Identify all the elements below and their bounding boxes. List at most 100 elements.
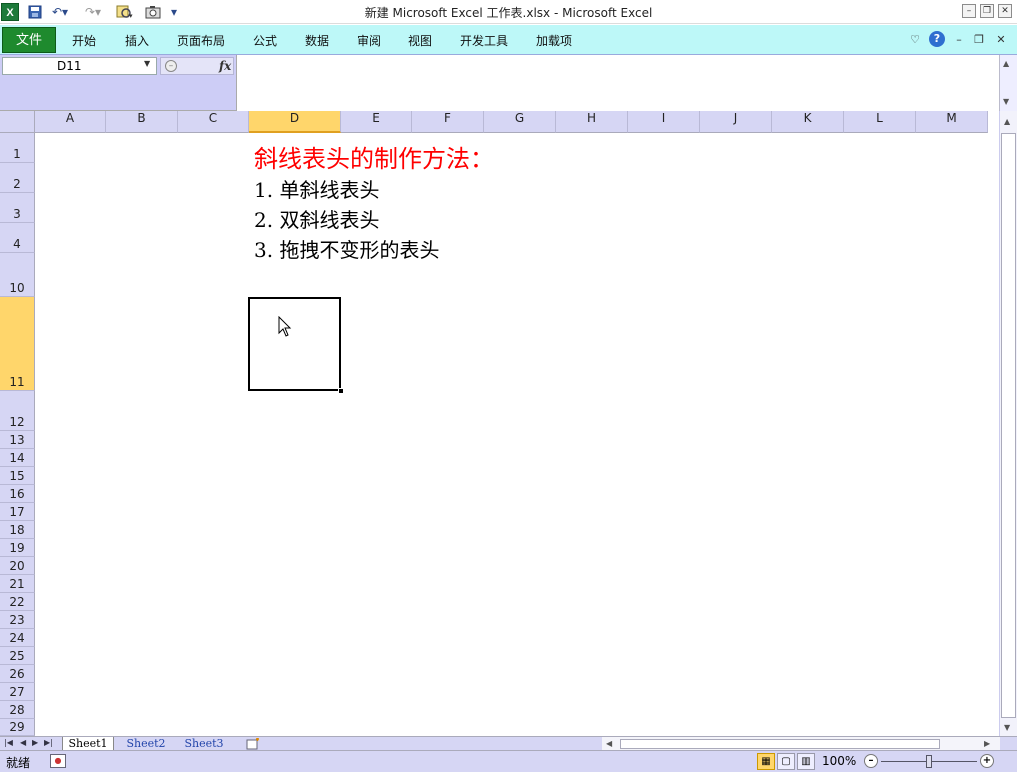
horizontal-scroll-thumb[interactable]	[620, 739, 940, 749]
tab-review[interactable]: 审阅	[357, 32, 381, 49]
insert-sheet-icon[interactable]	[245, 738, 261, 750]
column-header[interactable]: H	[556, 111, 628, 133]
vertical-scrollbar[interactable]: ▲ ▼	[999, 111, 1017, 736]
cell-d3[interactable]: 2. 双斜线表头	[254, 204, 379, 233]
tab-add-ins[interactable]: 加载项	[536, 32, 572, 49]
formula-bar: D11 ▼ – fx ▲ ▼	[0, 55, 1017, 111]
scroll-left-icon[interactable]: ◀	[606, 739, 612, 748]
sheet-tab-1[interactable]: Sheet1	[62, 737, 114, 751]
expand-circle-icon[interactable]: –	[165, 60, 177, 72]
cell-area[interactable]: 斜线表头的制作方法： 1. 单斜线表头 2. 双斜线表头 3. 拖拽不变形的表头	[35, 133, 999, 736]
page-layout-view-icon[interactable]: ▢	[777, 753, 795, 770]
column-header[interactable]: G	[484, 111, 556, 133]
row-header[interactable]: 20	[0, 557, 35, 575]
minimize-icon[interactable]: –	[962, 4, 976, 18]
row-header[interactable]: 15	[0, 467, 35, 485]
insert-function-icon[interactable]: fx	[219, 59, 231, 73]
column-header[interactable]: C	[178, 111, 249, 133]
tab-developer[interactable]: 开发工具	[460, 32, 508, 49]
workbook-restore-icon[interactable]: ❐	[972, 32, 986, 48]
row-header[interactable]: 28	[0, 701, 35, 719]
column-header[interactable]: M	[916, 111, 988, 133]
zoom-in-icon[interactable]: +	[980, 754, 994, 768]
row-header[interactable]: 14	[0, 449, 35, 467]
vertical-scroll-thumb[interactable]	[1001, 133, 1016, 718]
column-header[interactable]: F	[412, 111, 484, 133]
prev-sheet-icon[interactable]: ◀	[20, 738, 26, 747]
column-header[interactable]: A	[35, 111, 106, 133]
row-header[interactable]: 16	[0, 485, 35, 503]
fill-handle[interactable]	[338, 388, 344, 394]
first-sheet-icon[interactable]: |◀	[4, 738, 13, 747]
cell-d4[interactable]: 3. 拖拽不变形的表头	[254, 234, 439, 263]
row-header[interactable]: 26	[0, 665, 35, 683]
zoom-level[interactable]: 100%	[822, 754, 856, 768]
row-header[interactable]: 22	[0, 593, 35, 611]
name-box[interactable]: D11	[2, 57, 157, 75]
help-icon[interactable]: ?	[929, 31, 945, 47]
scroll-right-icon[interactable]: ▶	[984, 739, 990, 748]
cell-d1-heading[interactable]: 斜线表头的制作方法：	[254, 139, 494, 174]
select-all-corner[interactable]	[0, 111, 35, 133]
tab-page-layout[interactable]: 页面布局	[177, 32, 225, 49]
minimize-ribbon-icon[interactable]: ♡	[908, 32, 922, 48]
next-sheet-icon[interactable]: ▶	[32, 738, 38, 747]
row-header[interactable]: 17	[0, 503, 35, 521]
page-break-view-icon[interactable]: ▥	[797, 753, 815, 770]
sheet-tab-2[interactable]: Sheet2	[120, 737, 172, 751]
row-header[interactable]: 13	[0, 431, 35, 449]
row-header[interactable]: 2	[0, 163, 35, 193]
workbook-close-icon[interactable]: ✕	[994, 32, 1008, 48]
horizontal-scrollbar[interactable]: ◀ ▶	[602, 737, 1000, 751]
formula-input[interactable]	[236, 55, 999, 111]
tab-data[interactable]: 数据	[305, 32, 329, 49]
row-header[interactable]: 27	[0, 683, 35, 701]
row-header[interactable]: 29	[0, 719, 35, 736]
active-cell-d11[interactable]	[248, 297, 341, 391]
record-macro-icon[interactable]: ●	[50, 754, 66, 768]
workbook-minimize-icon[interactable]: –	[952, 32, 966, 48]
status-bar: 就绪 ● ▦ ▢ ▥ 100% – +	[0, 750, 1017, 772]
tab-file[interactable]: 文件	[2, 27, 56, 53]
row-header[interactable]: 12	[0, 391, 35, 431]
scroll-down-icon[interactable]: ▼	[1003, 97, 1009, 106]
column-header[interactable]: B	[106, 111, 178, 133]
row-header[interactable]: 1	[0, 133, 35, 163]
column-header[interactable]: J	[700, 111, 772, 133]
row-header[interactable]: 23	[0, 611, 35, 629]
close-icon[interactable]: ✕	[998, 4, 1012, 18]
scroll-up-icon[interactable]: ▲	[1004, 117, 1010, 126]
sheet-tab-3[interactable]: Sheet3	[178, 737, 230, 751]
ribbon-tab-bar: 文件 开始 插入 页面布局 公式 数据 审阅 视图 开发工具 加载项 ♡ ? –…	[0, 25, 1017, 55]
row-header[interactable]: 19	[0, 539, 35, 557]
row-header[interactable]: 10	[0, 253, 35, 297]
last-sheet-icon[interactable]: ▶|	[44, 738, 53, 747]
row-header[interactable]: 4	[0, 223, 35, 253]
column-header[interactable]: K	[772, 111, 844, 133]
row-header[interactable]: 18	[0, 521, 35, 539]
tab-home[interactable]: 开始	[72, 32, 96, 49]
zoom-out-icon[interactable]: –	[864, 754, 878, 768]
column-header[interactable]: E	[341, 111, 412, 133]
scroll-down-icon[interactable]: ▼	[1004, 723, 1010, 732]
row-header-selected[interactable]: 11	[0, 297, 35, 391]
normal-view-icon[interactable]: ▦	[757, 753, 775, 770]
cell-d2[interactable]: 1. 单斜线表头	[254, 174, 379, 203]
row-header[interactable]: 25	[0, 647, 35, 665]
column-headers: A B C D E F G H I J K L M	[35, 111, 999, 133]
scroll-up-icon[interactable]: ▲	[1003, 59, 1009, 68]
zoom-slider-thumb[interactable]	[926, 755, 932, 768]
restore-icon[interactable]: ❐	[980, 4, 994, 18]
column-header-selected[interactable]: D	[249, 111, 341, 133]
row-header[interactable]: 24	[0, 629, 35, 647]
column-header[interactable]: L	[844, 111, 916, 133]
name-box-dropdown-icon[interactable]: ▼	[144, 59, 150, 68]
tab-insert[interactable]: 插入	[125, 32, 149, 49]
formula-bar-scrollbar[interactable]: ▲ ▼	[999, 55, 1017, 111]
tab-view[interactable]: 视图	[408, 32, 432, 49]
tab-formulas[interactable]: 公式	[253, 32, 277, 49]
row-header[interactable]: 21	[0, 575, 35, 593]
column-header[interactable]: I	[628, 111, 700, 133]
worksheet-grid: A B C D E F G H I J K L M 1 2 3 4 10 11 …	[0, 111, 1017, 736]
row-header[interactable]: 3	[0, 193, 35, 223]
